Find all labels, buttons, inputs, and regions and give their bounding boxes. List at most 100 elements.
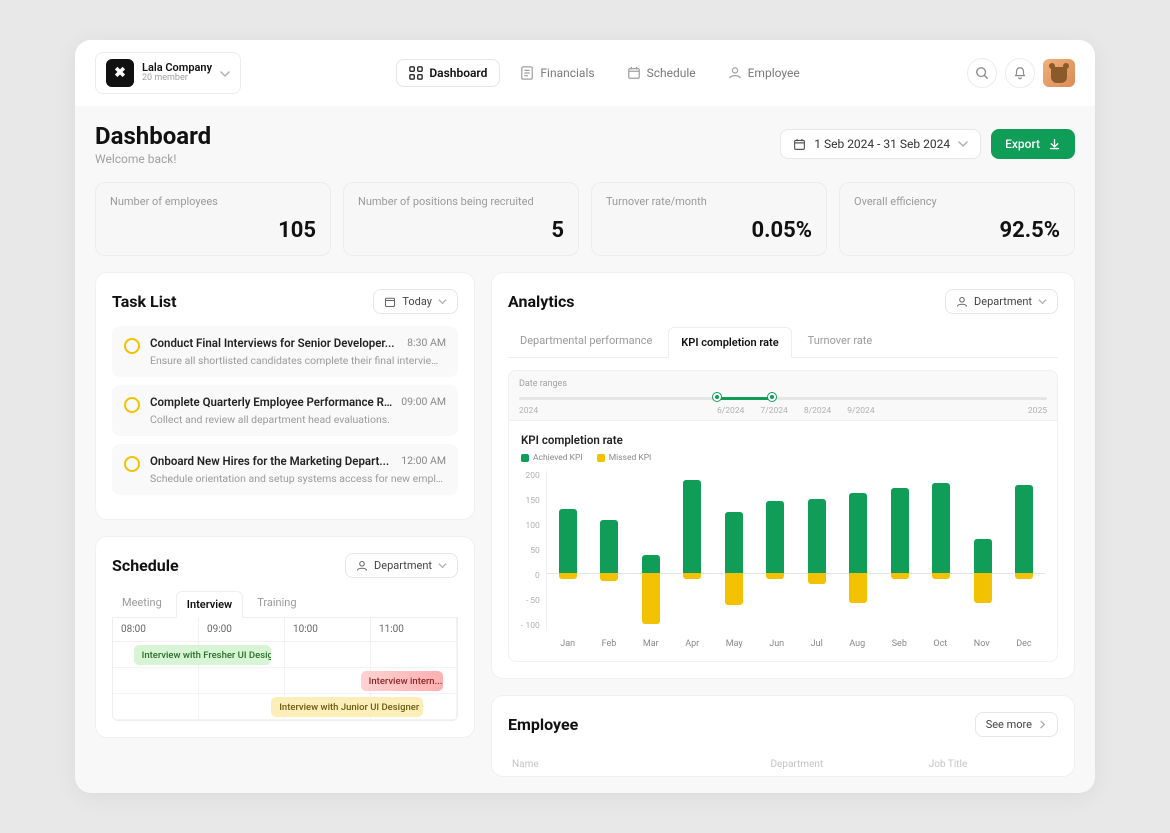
task-item[interactable]: Complete Quarterly Employee Performance … [112,385,458,436]
schedule-event[interactable]: Interview with Fresher UI Design... [134,645,272,665]
bar-group [1015,471,1033,631]
stat-label: Number of employees [110,195,316,208]
schedule-rows: Interview with Fresher UI Design... Inter… [113,642,457,720]
nav-schedule[interactable]: Schedule [615,59,708,87]
person-icon [356,560,368,572]
legend-item: Missed KPI [597,453,652,463]
schedule-time-row: 08:0009:0010:0011:00 [113,618,457,642]
range-tick-start: 2024 [519,406,538,416]
bar-achieved [974,539,992,574]
bar-achieved [932,483,950,574]
legend-swatch-icon [597,454,605,462]
bar-achieved [559,509,577,573]
employee-table-header: Name Department Job Title [508,749,1058,770]
bar-missed [808,573,826,584]
schedule-time-cell: 11:00 [371,618,457,642]
range-handle-start[interactable] [713,393,721,401]
notifications-button[interactable] [1005,58,1035,88]
company-logo-icon: ✖ [106,59,134,87]
bar-achieved [600,520,618,573]
bar-missed [932,573,950,578]
kpi-chart: KPI completion rate Achieved KPIMissed K… [508,421,1058,662]
date-range-text: 1 Seb 2024 - 31 Seb 2024 [814,137,950,151]
main-content: Dashboard Welcome back! 1 Seb 2024 - 31 … [75,106,1095,793]
date-range-picker[interactable]: 1 Seb 2024 - 31 Seb 2024 [780,129,981,159]
employee-title: Employee [508,715,578,734]
avatar[interactable] [1043,59,1075,87]
task-status-circle-icon[interactable] [124,397,140,413]
task-status-circle-icon[interactable] [124,338,140,354]
grid-icon [409,66,423,80]
see-more-button[interactable]: See more [975,712,1058,737]
analytics-tab[interactable]: Turnover rate [796,326,885,357]
employee-col-department: Department [770,759,920,770]
chevron-down-icon [958,139,968,149]
schedule-tab[interactable]: Interview [176,591,243,618]
x-tick: Feb [602,639,617,649]
bar-group [766,471,784,631]
schedule-tabs: MeetingInterviewTraining [112,590,458,618]
page-title: Dashboard [95,122,211,150]
employee-card: Employee See more Name Department Job Ti… [491,695,1075,777]
task-item[interactable]: Conduct Final Interviews for Senior Deve… [112,326,458,377]
chevron-down-icon [220,64,230,83]
x-tick: Dec [1016,639,1031,649]
bar-group [683,471,701,631]
schedule-event[interactable]: Interview with Junior UI Designer [271,697,422,717]
topbar: ✖ Lala Company 20 member Dashboard Finan… [75,40,1095,106]
analytics-tab[interactable]: Departmental performance [508,326,664,357]
schedule-tab[interactable]: Meeting [112,590,172,617]
bar-missed [849,573,867,602]
y-tick: 100 [521,521,540,531]
bar-missed [642,573,660,624]
task-list-filter[interactable]: Today [373,289,458,314]
download-icon [1048,138,1061,151]
y-tick: 200 [521,471,540,481]
range-label: Date ranges [519,379,1047,389]
schedule-event[interactable]: Interview intern... [361,671,444,691]
bell-icon [1013,66,1027,80]
nav-dashboard[interactable]: Dashboard [396,59,500,87]
task-time: 8:30 AM [407,336,446,350]
x-tick: Apr [685,639,699,649]
y-tick: 50 [521,546,540,556]
chart-y-axis: 200150100500- 50- 100 [521,471,546,631]
schedule-time-cell: 10:00 [285,618,371,642]
task-items: Conduct Final Interviews for Senior Deve… [112,326,458,495]
range-handle-end[interactable] [768,393,776,401]
nav-employee[interactable]: Employee [716,59,812,87]
schedule-tab[interactable]: Training [247,590,306,617]
search-button[interactable] [967,58,997,88]
bar-missed [725,573,743,605]
company-switcher[interactable]: ✖ Lala Company 20 member [95,52,241,94]
nav-label: Dashboard [429,66,487,80]
chart-plot [546,471,1045,631]
task-time: 12:00 AM [401,454,446,468]
date-range-slider[interactable]: Date ranges 2024 6/20247/20248/20249/202… [508,370,1058,421]
stat-value: 0.05% [606,218,812,243]
export-button[interactable]: Export [991,129,1075,159]
nav-label: Financials [540,66,594,80]
analytics-card: Analytics Department Departmental perfor… [491,272,1075,679]
x-tick: Aug [849,639,865,649]
legend-swatch-icon [521,454,529,462]
x-tick: Nov [974,639,990,649]
task-status-circle-icon[interactable] [124,456,140,472]
analytics-tab[interactable]: KPI completion rate [668,327,791,358]
y-tick: 150 [521,496,540,506]
search-icon [975,66,989,80]
schedule-row: Interview with Junior UI Designer [113,694,457,720]
range-tick-end: 2025 [1028,406,1047,416]
schedule-card: Schedule Department MeetingInterviewTrai… [95,536,475,738]
y-tick: 0 [521,571,540,581]
schedule-row: Interview with Fresher UI Design... [113,642,457,668]
bar-group [849,471,867,631]
bar-group [725,471,743,631]
see-more-label: See more [986,718,1032,731]
task-item[interactable]: Onboard New Hires for the Marketing Depa… [112,444,458,495]
schedule-filter[interactable]: Department [345,553,458,578]
analytics-filter[interactable]: Department [945,289,1058,314]
nav-financials[interactable]: Financials [508,59,606,87]
chart-title: KPI completion rate [521,433,1045,447]
dashboard-header: Dashboard Welcome back! 1 Seb 2024 - 31 … [95,122,1075,166]
